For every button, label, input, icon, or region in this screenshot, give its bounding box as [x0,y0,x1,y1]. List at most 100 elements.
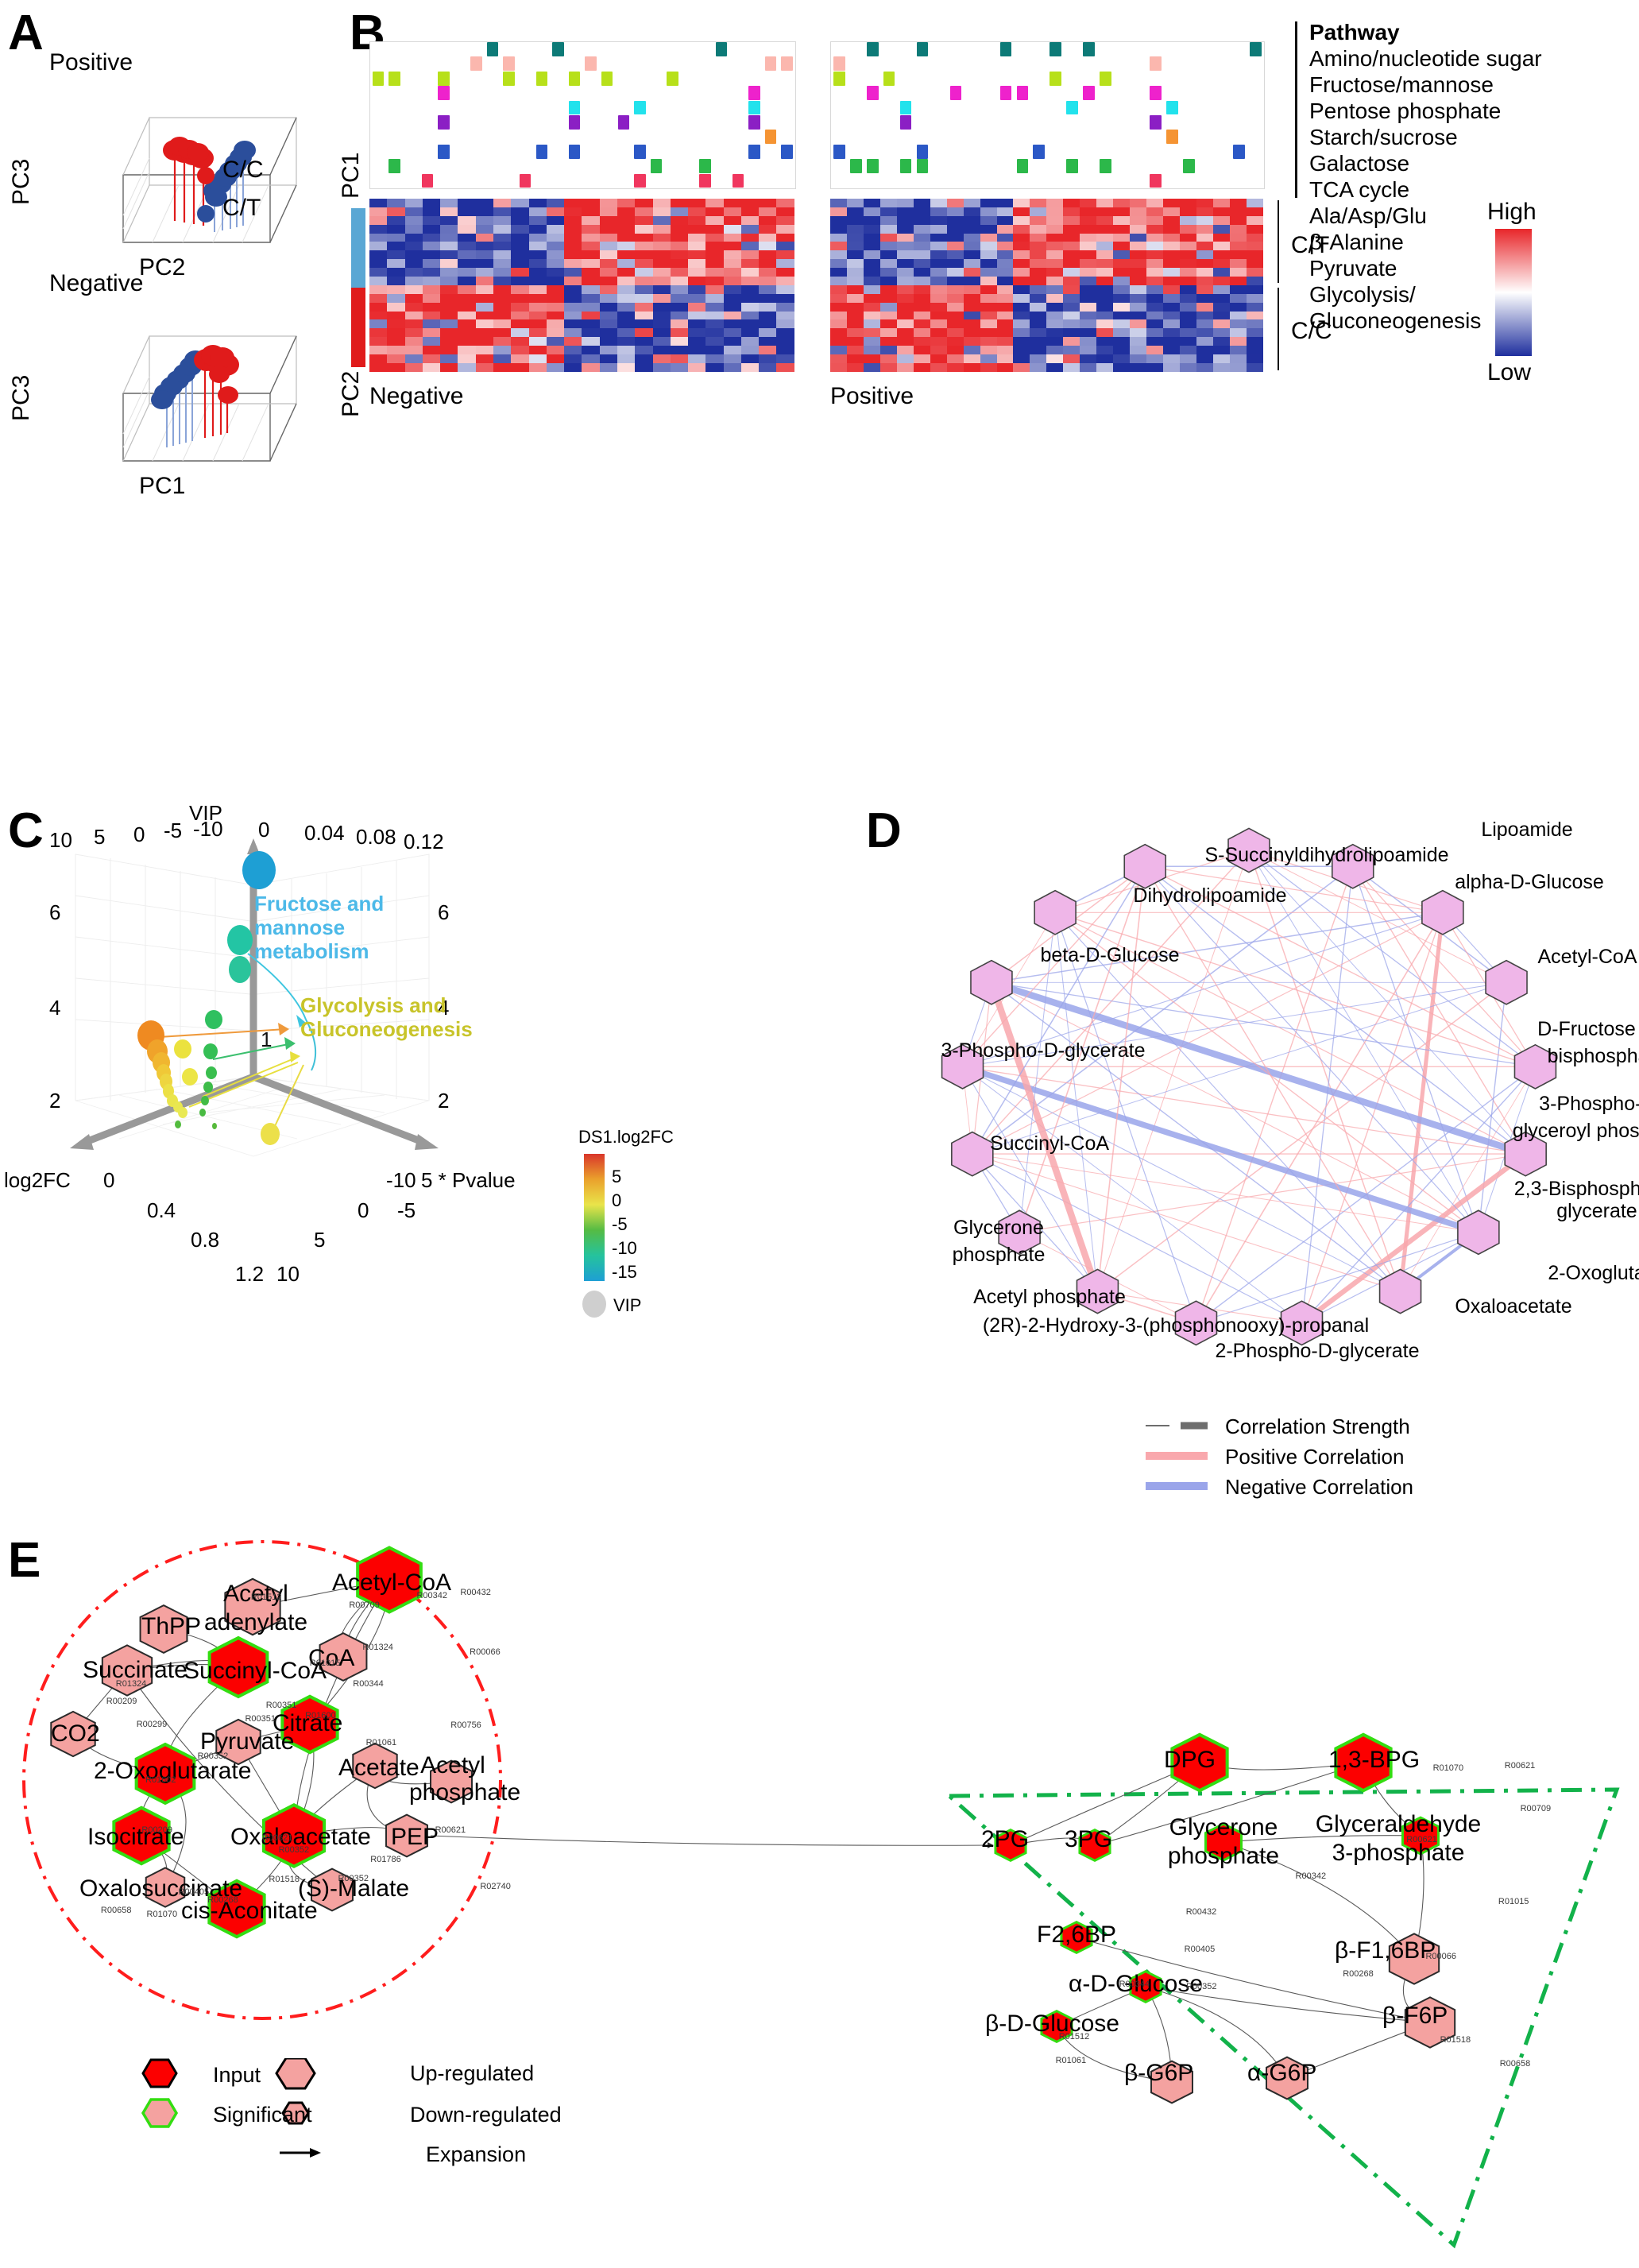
heatmap-cell [617,250,636,260]
pathway-annotation-cell [916,159,929,174]
heatmap-cell [1180,319,1196,329]
reaction-id-label: R00352 [278,1845,310,1856]
heatmap-cell [387,337,405,346]
heatmap-cell [1180,250,1196,260]
legend-dot-ct [197,205,215,223]
reaction-id-label: R01602 [145,1775,176,1786]
heatmap-cell [564,328,582,338]
heatmap-cell [369,242,388,251]
heatmap-cell [599,319,617,329]
heatmap-cell [1080,259,1097,269]
heatmap-cell [723,362,741,372]
pca-negative-plot [122,335,297,462]
heatmap-cell [1212,328,1230,338]
heatmap-cell [930,250,947,260]
heatmap-cell [688,293,706,303]
heatmap-cell [511,328,529,338]
heatmap-cell [528,337,547,346]
heatmap-cell [458,268,476,277]
bracket-cc [1278,288,1279,370]
pathway-annotation-cell [438,144,450,159]
pathway-annotation-cell [1066,159,1079,174]
heatmap-cell [1030,337,1047,346]
heatmap-cell [422,268,441,277]
heatmap-cell [896,250,914,260]
heatmap-cell [511,207,529,216]
heatmap-cell [422,233,441,242]
heatmap-cell [652,199,671,207]
heatmap-cell [930,215,947,225]
heatmap-cell [963,277,980,285]
heatmap-cell [1229,337,1247,346]
heatmap-cell [1130,250,1147,260]
heatmap-cell [1212,311,1230,320]
heatmap-cell [635,319,653,329]
heatmap-cell [369,319,388,329]
reaction-id-label: R00709 [1520,1803,1552,1813]
heatmap-cell [1180,302,1196,312]
heatmap-cell [475,284,493,294]
heatmap-cell [776,199,794,207]
heatmap-cell [1063,328,1080,338]
heatmap-cell [404,302,423,312]
heatmap-cell [963,354,980,363]
network-node-14[interactable] [970,959,1013,1005]
heatmap-cell [404,277,423,285]
pca-positive-plot [122,117,297,243]
heatmap-cell [1063,242,1080,251]
heatmap-cell [511,354,529,363]
heatmap-cell [846,268,864,277]
heatmap-cell [723,311,741,320]
heatmap-cell [440,362,458,372]
heatmap-cell [1113,328,1131,338]
heatmap-cell [564,233,582,242]
heatmap-cell [705,293,724,303]
correlation-edge [1144,865,1526,1155]
heatmap-cell [1130,311,1147,320]
e-label-ga3p: Glyceraldehyde 3-phosphate [1315,1811,1482,1866]
heatmap-cell [1229,346,1247,355]
reaction-id-label: R00268 [1343,1969,1374,1980]
heatmap-cell [896,354,914,363]
heatmap-cell [759,215,777,225]
heatmap-cell [635,302,653,312]
heatmap-cell [404,293,423,303]
heatmap-cell [1212,233,1230,242]
heatmap-cell [369,354,388,363]
heatmap-cell [670,337,689,346]
pathway-annotation-cell [999,86,1012,101]
heatmap-cell [1130,199,1147,207]
pathway-annotation-cell [1166,130,1178,145]
heatmap-cell [1013,284,1030,294]
heatmap-cell [1096,207,1114,216]
heatmap-cell [963,207,980,216]
heatmap-cell [1096,233,1114,242]
heatmap-cell [830,215,847,225]
heatmap-cell [1163,293,1181,303]
heatmap-cell [1030,242,1047,251]
heatmap-cell [776,215,794,225]
panel-a-letter: A [8,6,44,60]
heatmap-cell [546,242,565,251]
heatmap-cell [652,354,671,363]
pathway-annotation-cell [833,71,845,86]
heatmap-cell [1130,215,1147,225]
heatmap-cell [1030,259,1047,269]
reaction-id-label: R01324 [115,1678,147,1689]
heatmap-cell [670,199,689,207]
d-node-label-5: beta-D-Glucose [1040,944,1180,966]
c-tick-vr-2: 2 [438,1089,450,1113]
legend-label-cc: C/C [222,157,264,183]
heatmap-cell [1196,302,1213,312]
heatmap-cell [1246,207,1263,216]
heatmap-cell [1229,302,1247,312]
heatmap-cell [440,242,458,251]
heatmap-cell [493,354,512,363]
heatmap-row [369,311,794,320]
heatmap-cell [458,215,476,225]
reaction-id-label: R02740 [480,1882,511,1892]
d-node-label-0: Lipoamide [1481,819,1573,841]
heatmap-cell [493,224,512,234]
heatmap-cell [369,259,388,269]
heatmap-cell [863,337,880,346]
